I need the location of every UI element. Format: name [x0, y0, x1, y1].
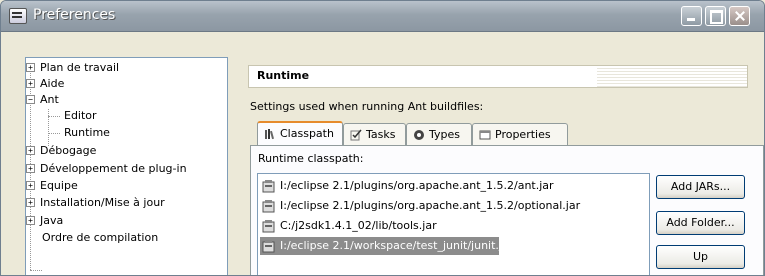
expand-icon[interactable]: + [26, 216, 35, 225]
tree-item-label: Débogage [40, 144, 97, 157]
page-description: Settings used when running Ant buildfile… [250, 100, 484, 113]
preferences-tree[interactable]: + Plan de travail + Aide − Ant Editor Ru… [25, 57, 228, 275]
tab-label: Types [429, 128, 460, 141]
list-item[interactable]: I:/eclipse 2.1/plugins/org.apache.ant_1.… [260, 177, 554, 195]
expand-icon[interactable]: + [26, 63, 35, 72]
tab-types[interactable]: Types [406, 123, 472, 145]
tree-item-label: Equipe [40, 179, 78, 192]
jar-icon [262, 240, 275, 253]
tab-classpath[interactable]: Classpath [257, 121, 343, 145]
tree-item-label: Aide [40, 77, 65, 90]
tree-item-label: Développement de plug-in [40, 162, 187, 175]
expand-icon[interactable]: + [26, 198, 35, 207]
books-icon [265, 129, 275, 140]
list-item-text: I:/eclipse 2.1/workspace/test_junit/juni… [280, 239, 514, 252]
window-icon [479, 130, 491, 140]
tab-label: Properties [495, 128, 551, 141]
tree-item-label: Runtime [64, 126, 110, 139]
tree-item-label: Ordre de compilation [42, 231, 159, 244]
tree-item-label: Installation/Mise à jour [40, 196, 165, 209]
tab-label: Tasks [366, 128, 396, 141]
expand-icon[interactable]: + [26, 164, 35, 173]
tab-tasks[interactable]: Tasks [343, 123, 406, 145]
minimize-button[interactable] [681, 6, 702, 26]
list-item-selected[interactable]: I:/eclipse 2.1/workspace/test_junit/juni… [260, 237, 513, 255]
collapse-icon[interactable]: − [26, 95, 35, 104]
expand-icon[interactable]: + [26, 181, 35, 190]
list-item[interactable]: C:/j2sdk1.4.1_02/lib/tools.jar [260, 217, 437, 235]
maximize-button[interactable] [705, 6, 726, 26]
preferences-window: Preferences + Plan de travail + Aide − A… [0, 0, 765, 276]
expand-icon[interactable]: + [26, 79, 35, 88]
preferences-window-icon [9, 8, 27, 24]
list-item[interactable]: I:/eclipse 2.1/plugins/org.apache.ant_1.… [260, 197, 580, 215]
task-icon [350, 129, 362, 141]
jar-icon [262, 200, 275, 213]
list-item-text: I:/eclipse 2.1/plugins/org.apache.ant_1.… [280, 199, 581, 212]
list-item-text: I:/eclipse 2.1/plugins/org.apache.ant_1.… [280, 179, 554, 192]
runtime-classpath-label: Runtime classpath: [258, 152, 364, 165]
add-folder-button[interactable]: Add Folder... [656, 211, 745, 235]
page-title: Runtime [257, 69, 310, 82]
tree-item-label: Plan de travail [40, 61, 120, 74]
jar-icon [262, 180, 275, 193]
page-header: Runtime [248, 65, 748, 88]
up-button[interactable]: Up [656, 245, 745, 269]
tree-item-label: Java [40, 214, 64, 227]
tab-label: Classpath [280, 127, 334, 140]
type-icon [414, 130, 424, 140]
tree-item-label: Ant [40, 93, 59, 106]
title-bar[interactable]: Preferences [1, 1, 764, 32]
close-button[interactable] [729, 6, 750, 26]
tab-properties[interactable]: Properties [472, 123, 568, 145]
add-jars-button[interactable]: Add JARs... [656, 175, 745, 199]
window-title: Preferences [33, 7, 116, 23]
tree-item-label: Editor [64, 109, 97, 122]
classpath-list[interactable]: I:/eclipse 2.1/plugins/org.apache.ant_1.… [257, 173, 650, 275]
header-banner [597, 66, 747, 87]
expand-icon[interactable]: + [26, 146, 35, 155]
jar-icon [262, 220, 275, 233]
list-item-text: C:/j2sdk1.4.1_02/lib/tools.jar [280, 219, 437, 232]
